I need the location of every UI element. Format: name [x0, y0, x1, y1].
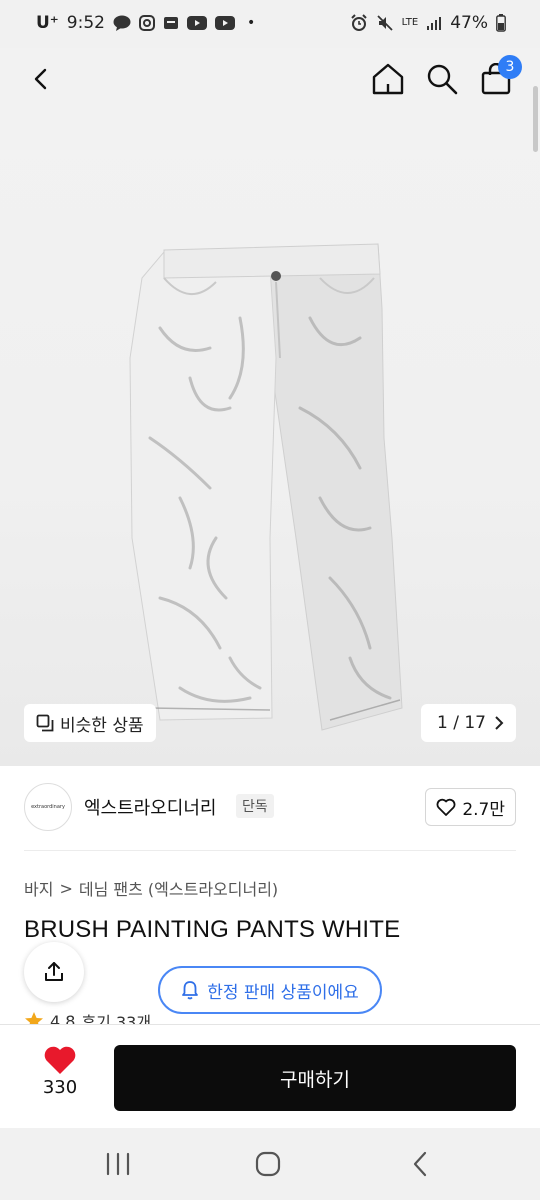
wishlist-count: 330 — [42, 1077, 78, 1098]
back-button[interactable] — [20, 57, 64, 101]
home-circle-icon — [255, 1151, 281, 1177]
scroll-indicator[interactable] — [533, 86, 538, 152]
heart-outline-icon — [436, 798, 456, 816]
notification-dot: • — [246, 15, 256, 31]
battery-icon — [496, 14, 506, 32]
instagram-icon — [138, 15, 155, 31]
back-icon — [34, 68, 47, 90]
share-button[interactable] — [24, 942, 84, 1002]
similar-products-label: 비슷한 상품 — [60, 715, 144, 736]
brand-logo-text: extraordinary — [31, 804, 65, 810]
recent-apps-icon — [106, 1152, 130, 1176]
battery-percent: 47% — [450, 13, 488, 33]
image-pager[interactable]: 1 / 17 — [421, 704, 516, 742]
system-navigation-bar — [0, 1128, 540, 1200]
cart-count-badge: 3 — [498, 55, 522, 79]
product-image-pants — [120, 238, 420, 742]
chevron-right-icon — [495, 716, 504, 730]
home-button[interactable] — [366, 57, 410, 101]
top-app-bar: 3 — [0, 48, 540, 110]
recent-apps-button[interactable] — [98, 1146, 138, 1182]
breadcrumb-subcategory[interactable]: 데님 팬츠 (엑스트라오디너리) — [79, 876, 278, 900]
brand-like-count: 2.7만 — [462, 799, 505, 820]
youtube-icon — [214, 16, 235, 30]
app-icon — [163, 15, 179, 31]
limited-sale-notice[interactable]: 한정 판매 상품이에요 — [158, 966, 382, 1014]
divider — [24, 850, 516, 851]
back-nav-button[interactable] — [400, 1146, 440, 1182]
search-button[interactable] — [420, 57, 464, 101]
talk-icon — [113, 15, 131, 31]
wishlist-button[interactable]: 330 — [30, 1045, 90, 1098]
brand-like-button[interactable]: 2.7만 — [425, 788, 516, 826]
bell-icon — [182, 981, 199, 1000]
network-label: LTE — [401, 17, 419, 28]
brand-row: extraordinary 엑스트라오디너리 단독 2.7만 — [0, 770, 540, 846]
cart-button[interactable]: 3 — [474, 55, 522, 101]
brand-logo[interactable]: extraordinary — [24, 783, 72, 831]
mute-icon — [376, 14, 394, 32]
youtube-icon — [186, 16, 207, 30]
search-icon — [427, 64, 458, 95]
breadcrumb-category[interactable]: 바지 — [24, 876, 53, 900]
similar-products-button[interactable]: 비슷한 상품 — [24, 704, 156, 742]
product-image-gallery[interactable] — [0, 48, 540, 766]
exclusive-tag: 단독 — [236, 794, 274, 818]
copy-icon — [36, 714, 54, 732]
brand-name[interactable]: 엑스트라오디너리 — [84, 794, 216, 820]
status-bar: U⁺ 9:52 • LTE 47% — [0, 0, 540, 48]
home-nav-button[interactable] — [248, 1146, 288, 1182]
breadcrumb-separator: > — [59, 878, 73, 898]
carrier-label: U⁺ — [36, 13, 59, 33]
image-counter: 1 / 17 — [437, 713, 486, 733]
signal-icon — [426, 15, 442, 31]
product-title: BRUSH PAINTING PANTS WHITE — [24, 916, 401, 943]
home-icon — [372, 63, 404, 95]
back-chevron-icon — [413, 1151, 427, 1177]
clock: 9:52 — [66, 13, 105, 33]
breadcrumb: 바지 > 데님 팬츠 (엑스트라오디너리) — [24, 876, 278, 900]
purchase-bar: 330 구매하기 — [0, 1024, 540, 1128]
limited-sale-label: 한정 판매 상품이에요 — [207, 982, 359, 1003]
heart-filled-icon — [44, 1046, 76, 1074]
alarm-icon — [350, 14, 368, 32]
buy-button[interactable]: 구매하기 — [114, 1045, 516, 1111]
share-icon — [45, 962, 63, 981]
